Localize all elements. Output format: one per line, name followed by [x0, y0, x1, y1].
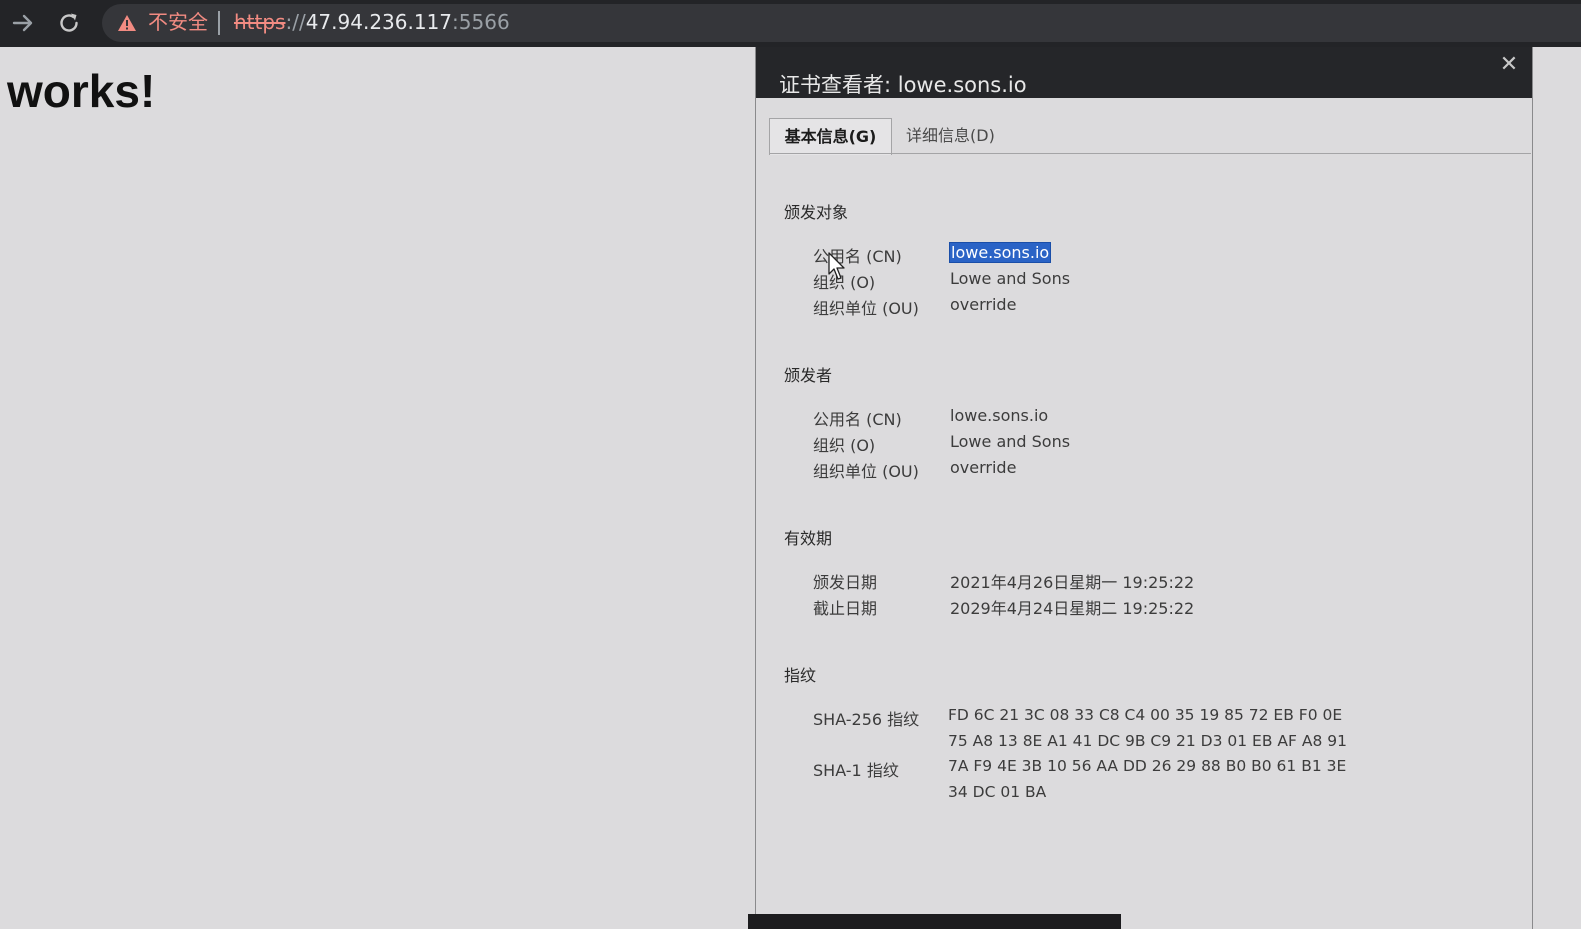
url-text[interactable]: https://47.94.236.117:5566 [234, 10, 510, 34]
issued-to-ou-value[interactable]: override [950, 295, 1016, 314]
expiry-date-label: 截止日期 [813, 599, 878, 618]
expiry-date-value[interactable]: 2029年4月24日星期二 19:25:22 [950, 595, 1194, 619]
url-host: 47.94.236.117 [305, 10, 453, 34]
security-status-label[interactable]: 不安全 [148, 10, 208, 34]
address-bar[interactable]: 不安全 https://47.94.236.117:5566 [102, 4, 1581, 42]
warning-triangle-icon [118, 15, 136, 31]
sha256-value-line2[interactable]: 75 A8 13 8E A1 41 DC 9B C9 21 D3 01 EB A… [948, 728, 1347, 754]
bottom-scroll-bar [748, 914, 1121, 929]
issued-by-org-label: 组织 (O) [813, 436, 876, 455]
certificate-viewer-dialog: 证书查看者: lowe.sons.io 基本信息(G) 详细信息(D) 颁发对象… [755, 47, 1533, 929]
selected-text[interactable]: lowe.sons.io [948, 242, 1052, 263]
dialog-titlebar: 证书查看者: lowe.sons.io [756, 47, 1532, 98]
issued-to-ou-label: 组织单位 (OU) [813, 299, 919, 318]
issued-to-org-value[interactable]: Lowe and Sons [950, 269, 1070, 288]
url-separator: :// [285, 10, 306, 34]
issued-by-cn-value[interactable]: lowe.sons.io [950, 406, 1048, 425]
sha1-value-line2[interactable]: 34 DC 01 BA [948, 779, 1046, 805]
tab-general[interactable]: 基本信息(G) [769, 118, 892, 155]
issued-by-cn-label: 公用名 (CN) [813, 410, 902, 429]
reload-icon [60, 13, 78, 32]
sha1-value-line1[interactable]: 7A F9 4E 3B 10 56 AA DD 26 29 88 B0 B0 6… [948, 753, 1346, 779]
browser-toolbar: 不安全 https://47.94.236.117:5566 [0, 0, 1581, 47]
section-fingerprints-title: 指纹 [784, 666, 817, 685]
issue-date-value[interactable]: 2021年4月26日星期一 19:25:22 [950, 569, 1194, 593]
page-heading: works! [7, 65, 156, 117]
section-validity-title: 有效期 [784, 529, 833, 548]
url-scheme: https [234, 10, 286, 34]
tab-details[interactable]: 详细信息(D) [906, 118, 995, 154]
sha256-label: SHA-256 指纹 [813, 710, 920, 729]
close-dialog-button[interactable]: ✕ [1497, 52, 1521, 78]
section-issued-by-title: 颁发者 [784, 366, 833, 385]
forward-button[interactable] [8, 8, 38, 38]
section-issued-to-title: 颁发对象 [784, 203, 849, 222]
issued-by-ou-label: 组织单位 (OU) [813, 462, 919, 481]
address-divider [218, 11, 220, 35]
dialog-title: 证书查看者: lowe.sons.io [779, 73, 1027, 97]
issue-date-label: 颁发日期 [813, 573, 878, 592]
arrow-right-icon [12, 14, 33, 32]
issued-to-cn-value[interactable]: lowe.sons.io [948, 242, 1052, 263]
mouse-cursor-icon [828, 252, 845, 280]
url-port: :5566 [452, 10, 510, 34]
issued-by-ou-value[interactable]: override [950, 458, 1016, 477]
issued-by-org-value[interactable]: Lowe and Sons [950, 432, 1070, 451]
page-background-right [1532, 47, 1581, 929]
sha256-value-line1[interactable]: FD 6C 21 3C 08 33 C8 C4 00 35 19 85 72 E… [948, 702, 1342, 728]
tab-divider [769, 153, 1531, 154]
reload-button[interactable] [54, 8, 84, 38]
sha1-label: SHA-1 指纹 [813, 761, 899, 780]
close-icon: ✕ [1499, 52, 1519, 77]
